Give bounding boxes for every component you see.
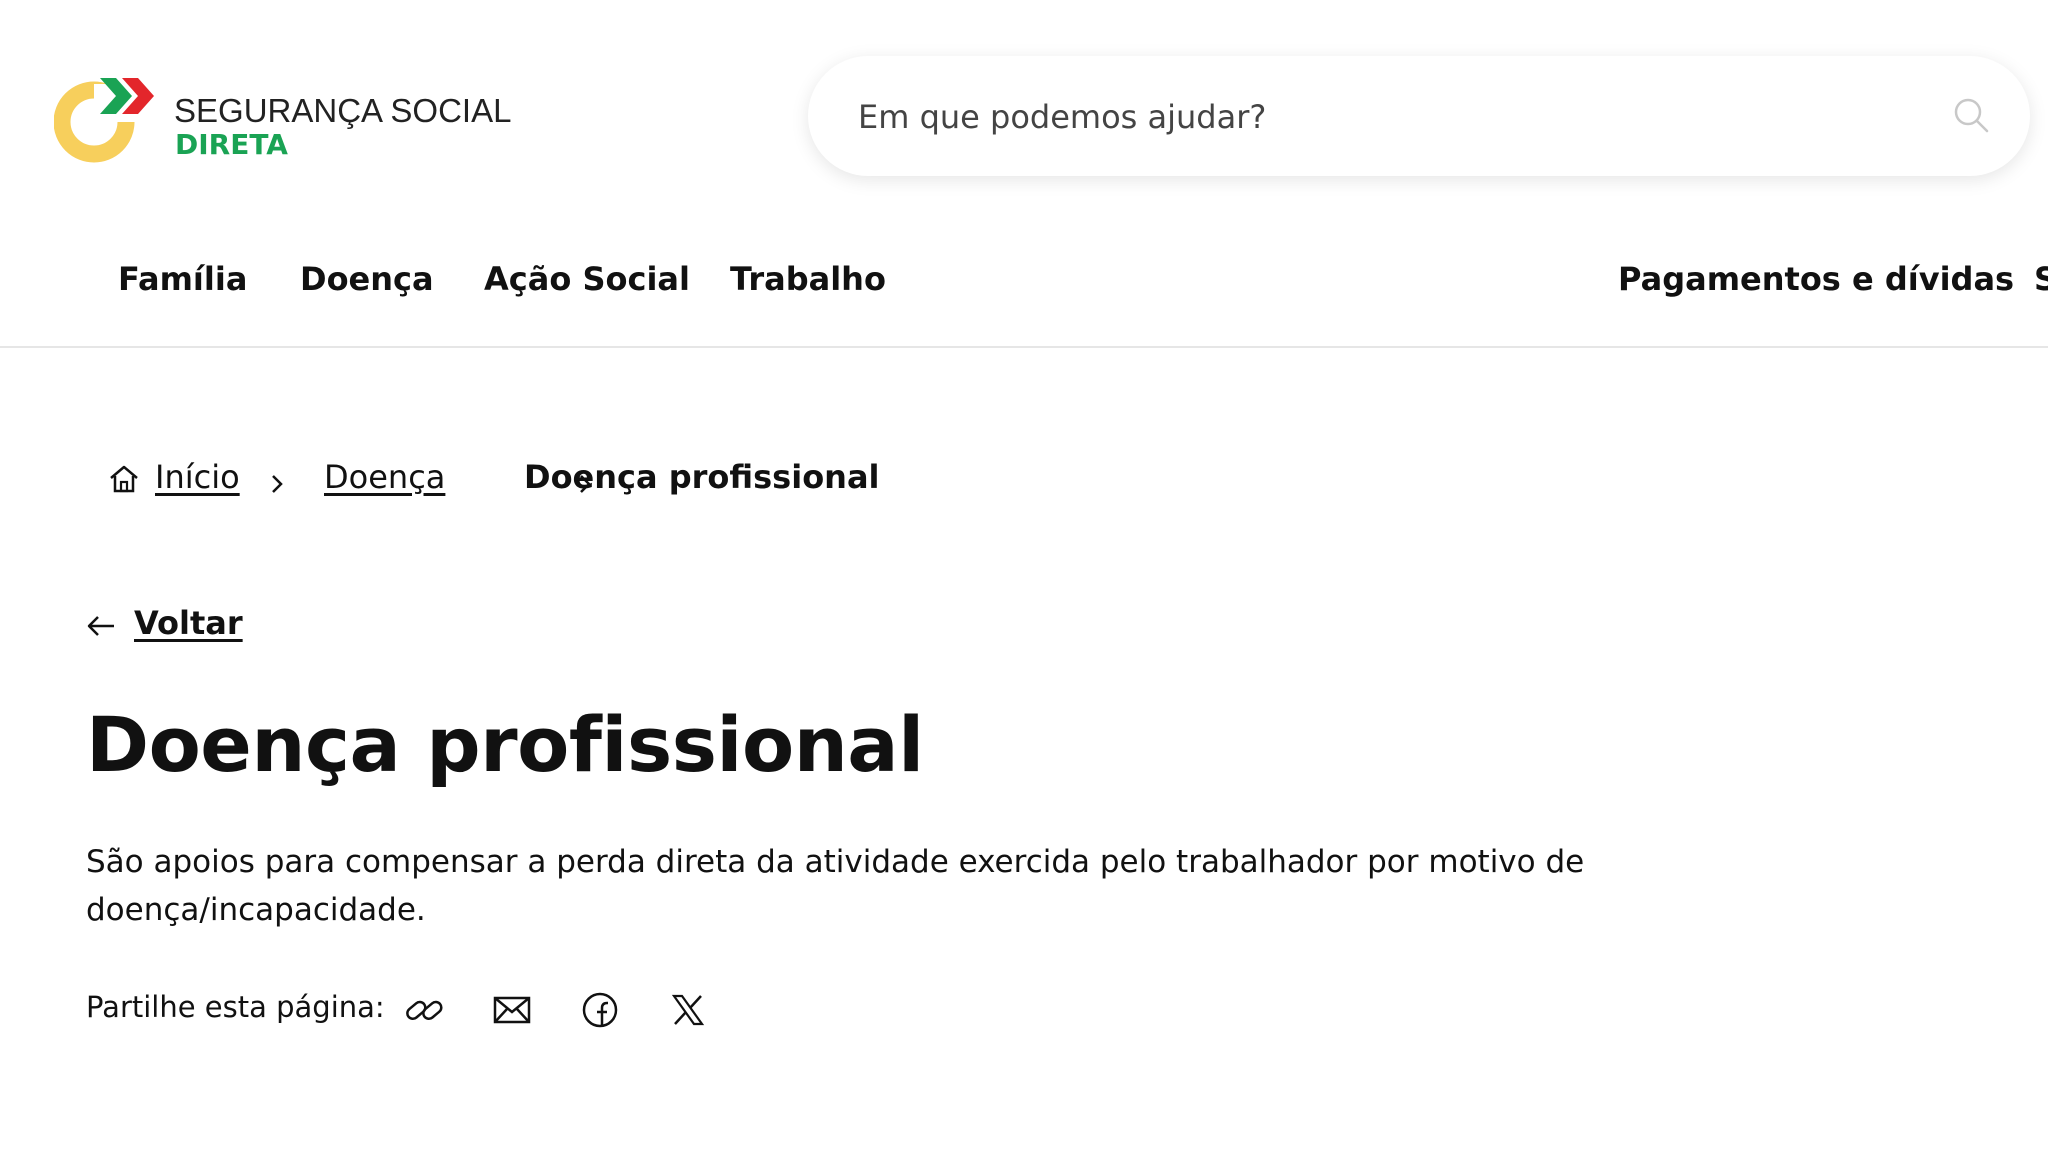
nav-item-familia[interactable]: Família — [118, 260, 247, 298]
home-icon[interactable] — [108, 464, 140, 502]
arrow-left-icon — [86, 614, 116, 642]
brand-line2: DIRETA — [175, 128, 288, 161]
share-label: Partilhe esta página: — [86, 990, 385, 1024]
search-icon[interactable] — [1952, 96, 1990, 138]
facebook-icon[interactable] — [578, 988, 622, 1032]
breadcrumb-current: Doença profissional — [524, 458, 880, 496]
x-icon[interactable] — [666, 988, 710, 1032]
mail-icon[interactable] — [490, 988, 534, 1032]
chevron-right-icon — [270, 466, 284, 504]
nav-item-pagamentos-dividas[interactable]: Pagamentos e dívidas — [1618, 260, 2014, 298]
nav-item-doenca[interactable]: Doença — [300, 260, 434, 298]
nav-item-truncated[interactable]: S — [2034, 260, 2048, 298]
page-title: Doença profissional — [86, 700, 924, 789]
nav-item-trabalho[interactable]: Trabalho — [730, 260, 886, 298]
main-nav: Família Doença Ação Social Trabalho Paga… — [0, 250, 2048, 348]
nav-item-acao-social[interactable]: Ação Social — [484, 260, 690, 298]
brand-line1: SEGURANÇA SOCIAL — [174, 92, 512, 129]
page-description: São apoios para compensar a perda direta… — [86, 844, 1585, 928]
search-input[interactable] — [856, 86, 1860, 148]
search-box — [808, 56, 2030, 176]
link-icon[interactable] — [402, 988, 446, 1032]
brand-logo[interactable]: SEGURANÇA SOCIAL DIRETA — [54, 74, 511, 170]
back-label[interactable]: Voltar — [134, 604, 243, 642]
logo-mark-icon — [54, 78, 154, 163]
breadcrumb-link-doenca[interactable]: Doença — [324, 458, 445, 496]
breadcrumb-link-inicio[interactable]: Início — [155, 458, 240, 496]
